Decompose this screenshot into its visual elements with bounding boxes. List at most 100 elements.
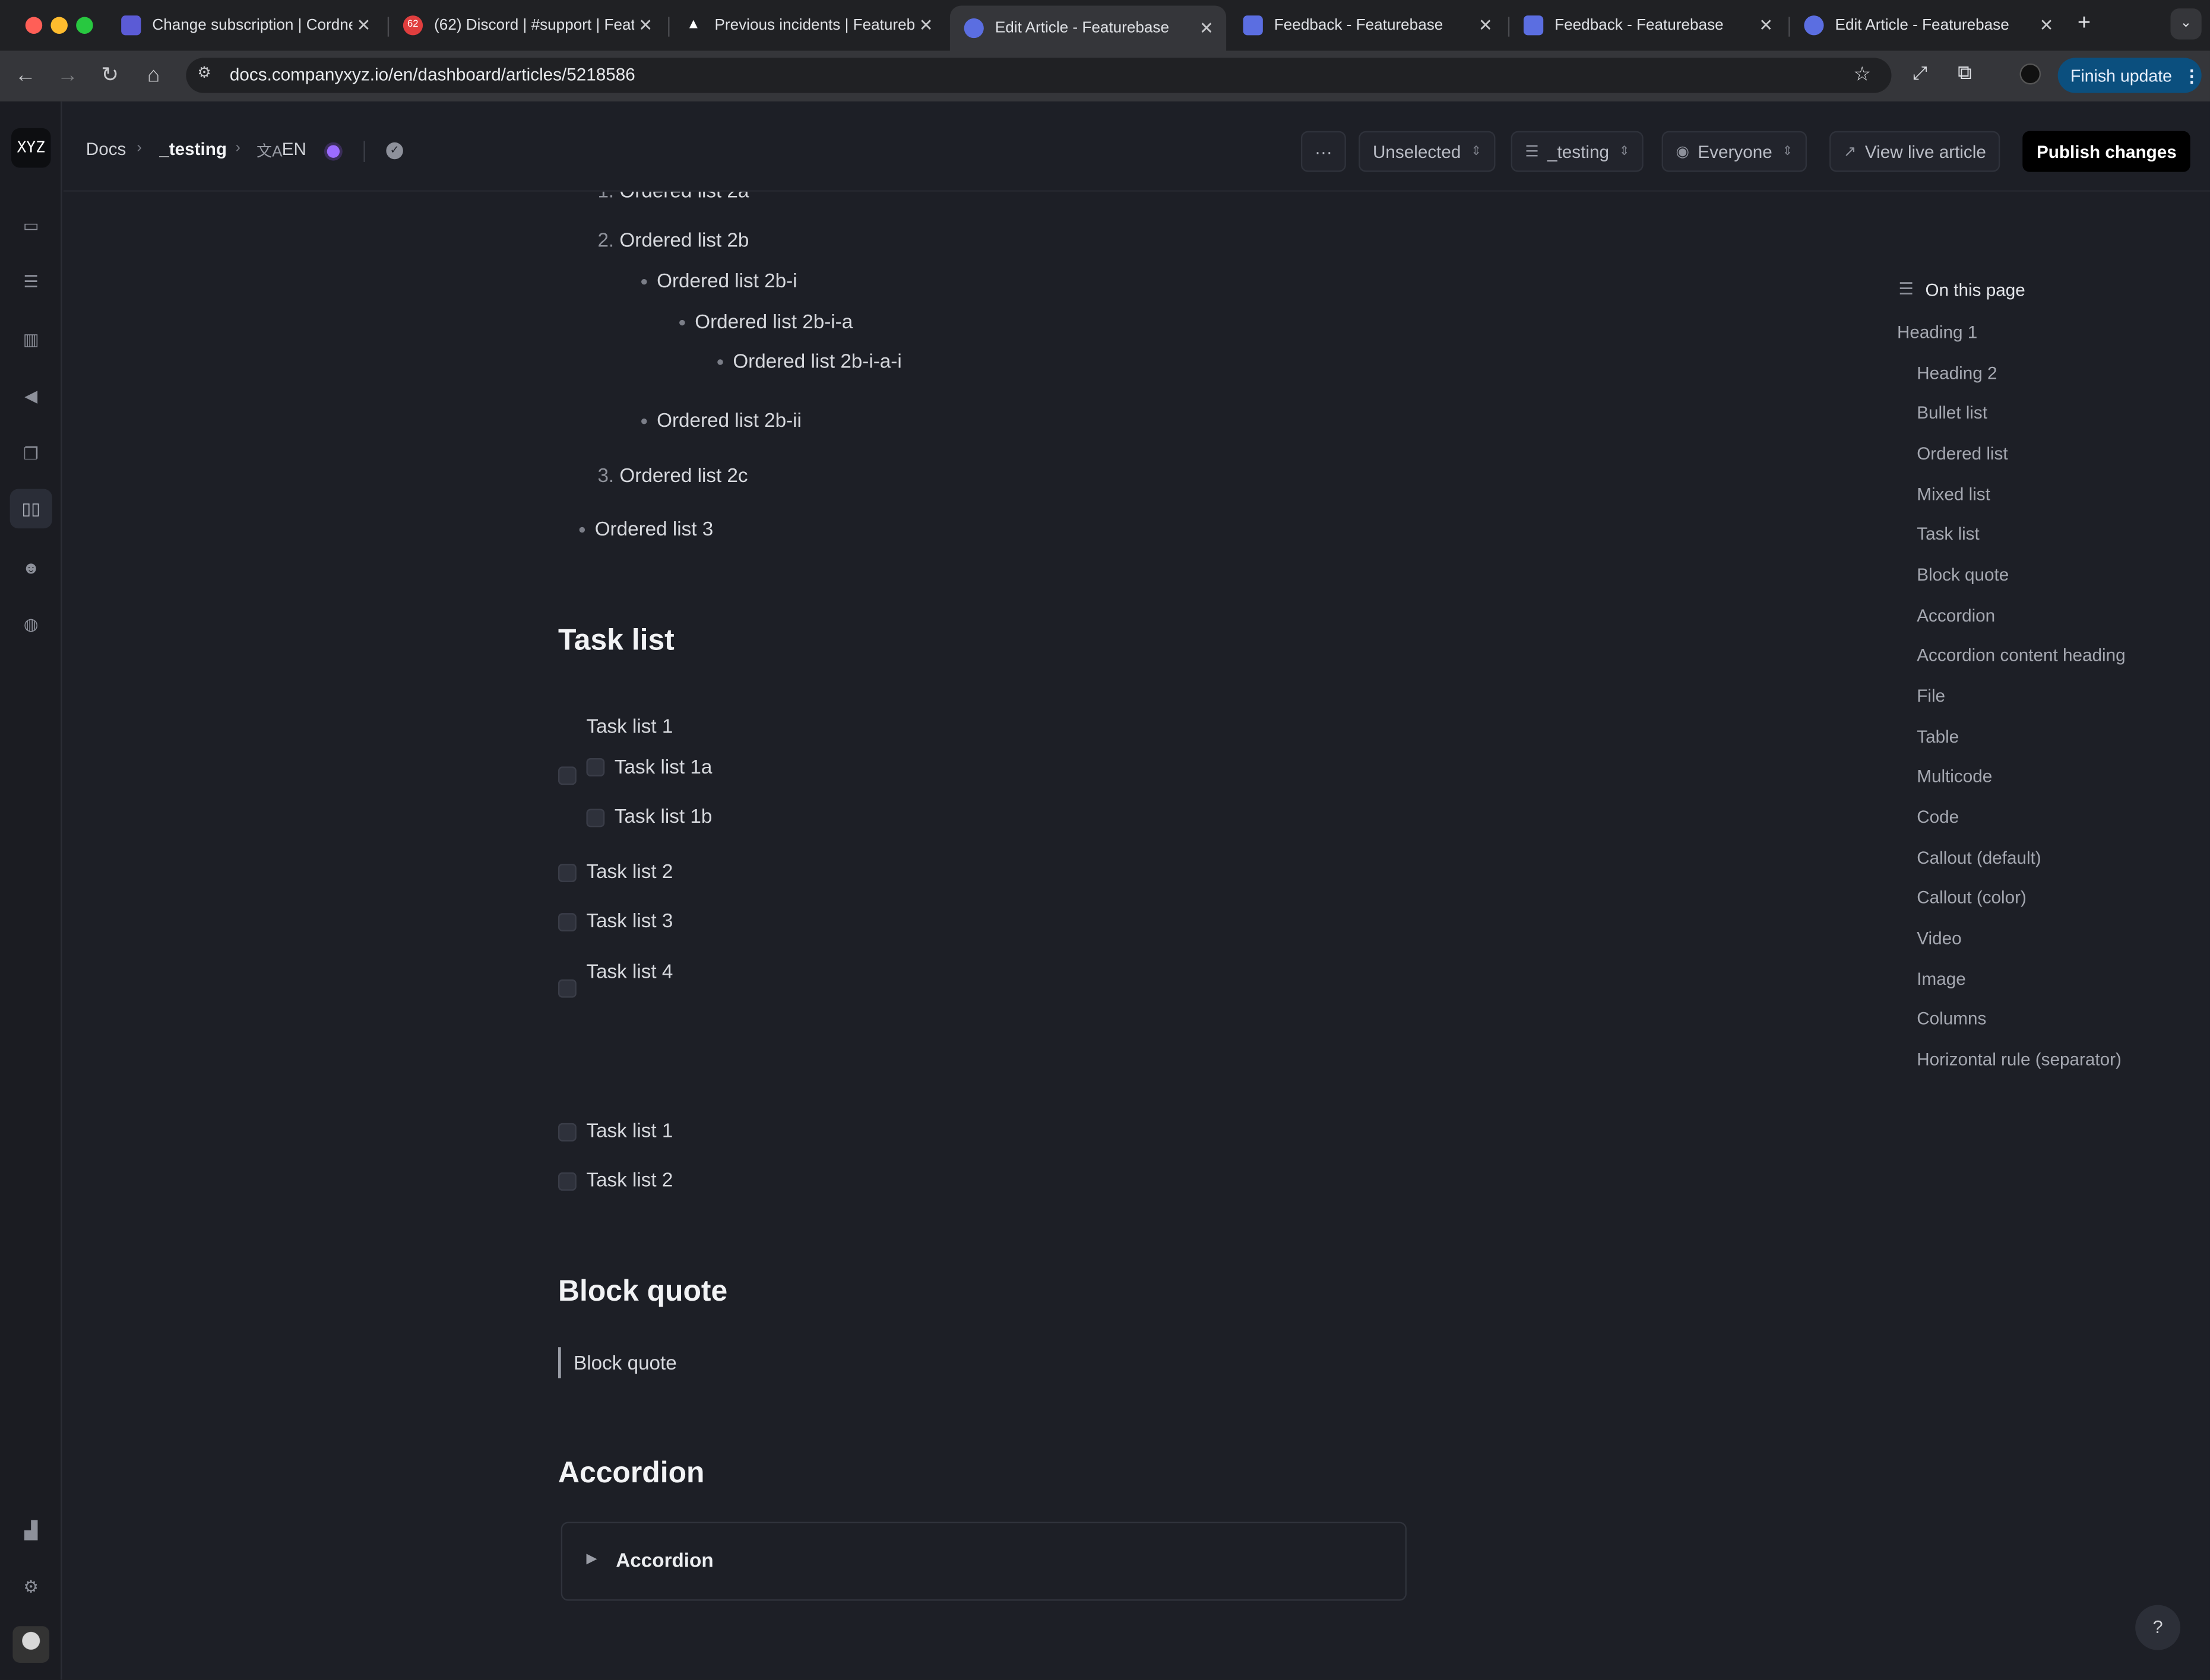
- toc-item[interactable]: Code: [1917, 807, 1959, 827]
- close-tab-icon[interactable]: ✕: [352, 15, 375, 35]
- view-live-article-button[interactable]: ↗ View live article: [1829, 131, 2000, 172]
- workspace-logo[interactable]: XYZ: [11, 128, 51, 168]
- publish-changes-button[interactable]: Publish changes: [2022, 131, 2191, 172]
- list-item[interactable]: Ordered list 2b-i-a-i: [733, 350, 901, 372]
- toc-item[interactable]: Video: [1917, 928, 1961, 948]
- home-icon[interactable]: ⌂: [140, 62, 167, 90]
- settings-gear-icon[interactable]: ⚙: [17, 1573, 45, 1600]
- finish-update-button[interactable]: Finish update ⋮: [2057, 58, 2202, 93]
- heading-block-quote[interactable]: Block quote: [558, 1275, 727, 1309]
- users-icon[interactable]: ☻: [17, 554, 45, 582]
- stack-icon[interactable]: ☰: [17, 268, 45, 296]
- roadmap-icon[interactable]: ▥: [17, 325, 45, 353]
- breadcrumb-docs[interactable]: Docs: [86, 140, 126, 159]
- task-checkbox[interactable]: [558, 1123, 577, 1142]
- close-tab-icon[interactable]: ✕: [2035, 15, 2058, 35]
- close-tab-icon[interactable]: ✕: [1474, 15, 1497, 35]
- task-item-label[interactable]: Task list 2: [586, 1168, 673, 1191]
- tab-search-icon[interactable]: ⌄: [2170, 8, 2202, 40]
- toc-item[interactable]: Mixed list: [1917, 485, 1990, 505]
- toc-item[interactable]: Task list: [1917, 524, 1980, 544]
- toc-item[interactable]: Accordion: [1917, 606, 1995, 626]
- close-tab-icon[interactable]: ✕: [915, 15, 938, 35]
- browser-tab-active[interactable]: Edit Article - Featurebase ✕: [949, 5, 1227, 51]
- close-window-button[interactable]: [25, 17, 43, 34]
- list-item[interactable]: Ordered list 2b-i: [657, 269, 797, 291]
- globe-icon[interactable]: ◍: [17, 610, 45, 638]
- translate-icon[interactable]: 文A: [257, 140, 283, 162]
- toc-item[interactable]: Callout (default): [1917, 848, 2041, 868]
- task-checkbox[interactable]: [586, 758, 605, 776]
- accordion-title[interactable]: Accordion: [616, 1549, 713, 1571]
- list-item[interactable]: 1. Ordered list 2a: [597, 192, 749, 202]
- toc-item[interactable]: Image: [1917, 969, 1965, 989]
- task-checkbox[interactable]: [558, 1172, 577, 1191]
- browser-tab[interactable]: Edit Article - Featurebase ✕: [1790, 8, 2066, 42]
- toc-item[interactable]: Block quote: [1917, 565, 2009, 585]
- url-text[interactable]: docs.companyxyz.io/en/dashboard/articles…: [230, 65, 635, 84]
- block-quote-text[interactable]: Block quote: [574, 1351, 677, 1374]
- back-icon[interactable]: ←: [11, 62, 39, 90]
- task-checkbox[interactable]: [558, 913, 577, 932]
- new-tab-icon[interactable]: +: [2078, 11, 2091, 37]
- heading-task-list[interactable]: Task list: [558, 625, 675, 658]
- extensions-icon[interactable]: ⧉: [1958, 61, 1972, 84]
- browser-tab[interactable]: Feedback - Featurebase ✕: [1229, 8, 1505, 42]
- toc-item[interactable]: File: [1917, 686, 1945, 706]
- browser-tab[interactable]: 62 (62) Discord | #support | Feat ✕: [389, 8, 665, 42]
- list-item[interactable]: 2. Ordered list 2b: [597, 229, 749, 251]
- forward-icon[interactable]: →: [53, 62, 81, 90]
- user-avatar[interactable]: [12, 1626, 50, 1663]
- help-button[interactable]: ?: [2135, 1605, 2181, 1650]
- more-options-button[interactable]: ···: [1300, 131, 1346, 172]
- breadcrumb-section[interactable]: _testing: [159, 140, 227, 159]
- minimize-window-button[interactable]: [50, 17, 68, 34]
- task-checkbox[interactable]: [558, 864, 577, 882]
- task-checkbox[interactable]: [558, 979, 577, 998]
- site-settings-icon[interactable]: ⚙: [197, 64, 217, 86]
- maximize-window-button[interactable]: [76, 17, 93, 34]
- toc-item[interactable]: Horizontal rule (separator): [1917, 1050, 2122, 1069]
- task-item-label[interactable]: Task list 1a: [615, 755, 712, 778]
- toc-item[interactable]: Columns: [1917, 1009, 1986, 1029]
- toc-item[interactable]: Ordered list: [1917, 444, 2008, 464]
- close-tab-icon[interactable]: ✕: [1195, 18, 1218, 38]
- list-item[interactable]: Ordered list 2b-ii: [657, 408, 802, 431]
- expand-icon[interactable]: ⤢: [1913, 62, 1927, 84]
- browser-tab[interactable]: Feedback - Featurebase ✕: [1509, 8, 1785, 42]
- more-vertical-icon[interactable]: ⋮: [2183, 65, 2200, 85]
- bookmark-star-icon[interactable]: ☆: [1853, 62, 1871, 85]
- triangle-right-icon[interactable]: ▶: [586, 1551, 597, 1567]
- visibility-select[interactable]: ◉ Everyone ⇕: [1661, 131, 1807, 172]
- category-select[interactable]: Unselected ⇕: [1359, 131, 1496, 172]
- task-item-label[interactable]: Task list 1: [586, 1119, 673, 1142]
- toc-item[interactable]: Heading 1: [1897, 323, 1977, 343]
- task-item-label[interactable]: Task list 1b: [615, 804, 712, 827]
- task-checkbox[interactable]: [586, 809, 605, 828]
- task-item-label[interactable]: Task list 4: [586, 959, 673, 982]
- language-selector[interactable]: EN: [282, 140, 306, 159]
- article-editor[interactable]: 1. Ordered list 2a 2. Ordered list 2b Or…: [64, 192, 2210, 1680]
- heading-accordion[interactable]: Accordion: [558, 1457, 704, 1491]
- reload-icon[interactable]: ↻: [96, 62, 124, 90]
- task-item-label[interactable]: Task list 2: [586, 860, 673, 882]
- inbox-icon[interactable]: ▭: [17, 211, 45, 239]
- toc-item[interactable]: Heading 2: [1917, 363, 1997, 383]
- close-tab-icon[interactable]: ✕: [634, 15, 657, 35]
- help-center-book-icon[interactable]: ▯▯: [10, 489, 52, 529]
- collection-select[interactable]: ☰ _testing ⇕: [1511, 131, 1644, 172]
- profile-icon[interactable]: [2019, 63, 2041, 85]
- accordion-block[interactable]: ▶ Accordion: [561, 1521, 1407, 1601]
- toc-item[interactable]: Bullet list: [1917, 403, 1987, 423]
- task-item-label[interactable]: Task list 3: [586, 909, 673, 931]
- toc-item[interactable]: Table: [1917, 727, 1959, 747]
- browser-tab[interactable]: ▲ Previous incidents | Featureb ✕: [670, 8, 946, 42]
- toc-item[interactable]: Multicode: [1917, 766, 1992, 786]
- megaphone-icon[interactable]: ◀: [17, 382, 45, 410]
- task-checkbox[interactable]: [558, 766, 577, 785]
- task-item-label[interactable]: Task list 1: [586, 714, 673, 737]
- close-tab-icon[interactable]: ✕: [1755, 15, 1777, 35]
- list-item[interactable]: Ordered list 2b-i-a: [695, 310, 853, 332]
- toc-item[interactable]: Accordion content heading: [1917, 645, 2125, 665]
- analytics-icon[interactable]: ▟: [17, 1516, 45, 1544]
